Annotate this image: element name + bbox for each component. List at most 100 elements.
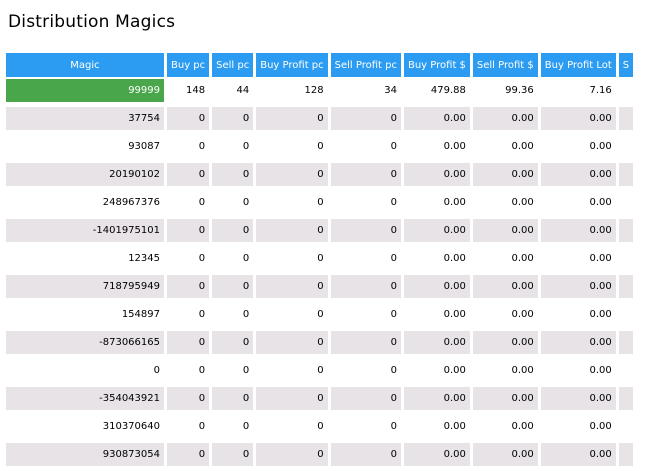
cell-buy-profit-lot: 0.00 — [540, 273, 616, 301]
cell-buy-profit-pc: 0 — [256, 329, 328, 357]
cell-buy-profit-lot: 7.16 — [540, 77, 616, 105]
cell-buy-profit-lot: 0.00 — [540, 385, 616, 413]
cell-sell-profit-lot-partial — [618, 385, 634, 413]
page-title: Distribution Magics — [8, 12, 176, 32]
cell-buy-profit-pc: 0 — [256, 273, 328, 301]
cell-buy-profit-lot: 0.00 — [540, 161, 616, 189]
cell-sell-profit-lot-partial — [618, 133, 634, 161]
cell-magic: -873066165 — [6, 329, 164, 357]
cell-buy-pc: 0 — [167, 217, 210, 245]
cell-sell-pc: 0 — [212, 301, 254, 329]
cell-buy-pc: 0 — [167, 329, 210, 357]
table-row[interactable]: 930873054 0 0 0 0 0.00 0.00 0.00 — [6, 441, 634, 469]
column-header-magic[interactable]: Magic — [6, 53, 164, 77]
table-row[interactable]: -354043921 0 0 0 0 0.00 0.00 0.00 — [6, 385, 634, 413]
cell-sell-pc: 0 — [212, 189, 254, 217]
table-header-row: Magic Buy pc Sell pc Buy Profit pc Sell Prof… — [6, 53, 634, 77]
cell-sell-profit-usd: 0.00 — [472, 301, 538, 329]
cell-buy-pc: 0 — [167, 245, 210, 273]
cell-sell-profit-pc: 0 — [330, 105, 401, 133]
cell-buy-pc: 0 — [167, 413, 210, 441]
cell-sell-pc: 0 — [212, 133, 254, 161]
column-header-sell-profit-usd[interactable]: Sell Profit $ — [472, 53, 538, 77]
cell-buy-pc: 148 — [167, 77, 210, 105]
cell-buy-pc: 0 — [167, 273, 210, 301]
cell-buy-profit-pc: 0 — [256, 301, 328, 329]
column-header-buy-profit-lot[interactable]: Buy Profit Lot — [540, 53, 616, 77]
cell-sell-profit-pc: 0 — [330, 413, 401, 441]
table-row[interactable]: 37754 0 0 0 0 0.00 0.00 0.00 — [6, 105, 634, 133]
table-row[interactable]: 718795949 0 0 0 0 0.00 0.00 0.00 — [6, 273, 634, 301]
cell-buy-profit-pc: 0 — [256, 189, 328, 217]
table-row[interactable]: -873066165 0 0 0 0 0.00 0.00 0.00 — [6, 329, 634, 357]
cell-sell-pc: 0 — [212, 329, 254, 357]
cell-buy-profit-pc: 128 — [256, 77, 328, 105]
cell-sell-profit-pc: 0 — [330, 329, 401, 357]
cell-buy-profit-pc: 0 — [256, 161, 328, 189]
cell-magic: 93087 — [6, 133, 164, 161]
column-header-buy-pc[interactable]: Buy pc — [167, 53, 210, 77]
table-row[interactable]: 248967376 0 0 0 0 0.00 0.00 0.00 — [6, 189, 634, 217]
cell-sell-profit-lot-partial — [618, 357, 634, 385]
cell-buy-profit-usd: 0.00 — [403, 357, 470, 385]
cell-sell-profit-lot-partial — [618, 245, 634, 273]
cell-magic: 310370640 — [6, 413, 164, 441]
cell-sell-profit-lot-partial — [618, 301, 634, 329]
cell-sell-profit-pc: 0 — [330, 189, 401, 217]
cell-sell-profit-pc: 0 — [330, 441, 401, 469]
cell-buy-profit-pc: 0 — [256, 385, 328, 413]
cell-buy-profit-usd: 0.00 — [403, 217, 470, 245]
cell-buy-pc: 0 — [167, 105, 210, 133]
cell-buy-pc: 0 — [167, 357, 210, 385]
cell-sell-pc: 0 — [212, 161, 254, 189]
table-row[interactable]: 20190102 0 0 0 0 0.00 0.00 0.00 — [6, 161, 634, 189]
cell-magic: 20190102 — [6, 161, 164, 189]
cell-sell-profit-pc: 0 — [330, 273, 401, 301]
cell-sell-profit-usd: 0.00 — [472, 385, 538, 413]
cell-buy-profit-usd: 0.00 — [403, 441, 470, 469]
column-header-sell-profit-pc[interactable]: Sell Profit pc — [330, 53, 401, 77]
distribution-magics-table: Magic Buy pc Sell pc Buy Profit pc Sell Prof… — [3, 53, 636, 469]
cell-sell-profit-usd: 0.00 — [472, 357, 538, 385]
column-header-sell-profit-lot-partial[interactable]: S — [618, 53, 634, 77]
cell-sell-profit-usd: 0.00 — [472, 161, 538, 189]
cell-magic: 99999 — [6, 77, 164, 105]
cell-sell-profit-pc: 0 — [330, 385, 401, 413]
cell-buy-profit-usd: 479.88 — [403, 77, 470, 105]
table-row[interactable]: 0 0 0 0 0 0.00 0.00 0.00 — [6, 357, 634, 385]
cell-buy-profit-lot: 0.00 — [540, 245, 616, 273]
cell-magic: -354043921 — [6, 385, 164, 413]
cell-magic: 37754 — [6, 105, 164, 133]
cell-sell-profit-pc: 0 — [330, 161, 401, 189]
cell-buy-profit-usd: 0.00 — [403, 329, 470, 357]
cell-sell-pc: 0 — [212, 273, 254, 301]
cell-buy-profit-pc: 0 — [256, 413, 328, 441]
cell-magic: 930873054 — [6, 441, 164, 469]
cell-buy-profit-lot: 0.00 — [540, 329, 616, 357]
cell-buy-profit-lot: 0.00 — [540, 357, 616, 385]
cell-sell-profit-lot-partial — [618, 189, 634, 217]
table-row[interactable]: 154897 0 0 0 0 0.00 0.00 0.00 — [6, 301, 634, 329]
cell-sell-profit-usd: 0.00 — [472, 105, 538, 133]
table-row[interactable]: 310370640 0 0 0 0 0.00 0.00 0.00 — [6, 413, 634, 441]
cell-buy-profit-pc: 0 — [256, 441, 328, 469]
table-row[interactable]: -1401975101 0 0 0 0 0.00 0.00 0.00 — [6, 217, 634, 245]
cell-buy-profit-lot: 0.00 — [540, 189, 616, 217]
column-header-buy-profit-usd[interactable]: Buy Profit $ — [403, 53, 470, 77]
cell-magic: -1401975101 — [6, 217, 164, 245]
cell-sell-pc: 0 — [212, 217, 254, 245]
cell-sell-pc: 0 — [212, 413, 254, 441]
cell-sell-pc: 0 — [212, 385, 254, 413]
cell-buy-pc: 0 — [167, 133, 210, 161]
column-header-sell-pc[interactable]: Sell pc — [212, 53, 254, 77]
cell-buy-pc: 0 — [167, 441, 210, 469]
cell-sell-profit-usd: 0.00 — [472, 245, 538, 273]
cell-sell-profit-pc: 0 — [330, 245, 401, 273]
cell-sell-profit-lot-partial — [618, 77, 634, 105]
table-row[interactable]: 99999 148 44 128 34 479.88 99.36 7.16 — [6, 77, 634, 105]
cell-buy-profit-lot: 0.00 — [540, 217, 616, 245]
table-row[interactable]: 93087 0 0 0 0 0.00 0.00 0.00 — [6, 133, 634, 161]
column-header-buy-profit-pc[interactable]: Buy Profit pc — [256, 53, 328, 77]
cell-sell-pc: 0 — [212, 105, 254, 133]
table-row[interactable]: 12345 0 0 0 0 0.00 0.00 0.00 — [6, 245, 634, 273]
